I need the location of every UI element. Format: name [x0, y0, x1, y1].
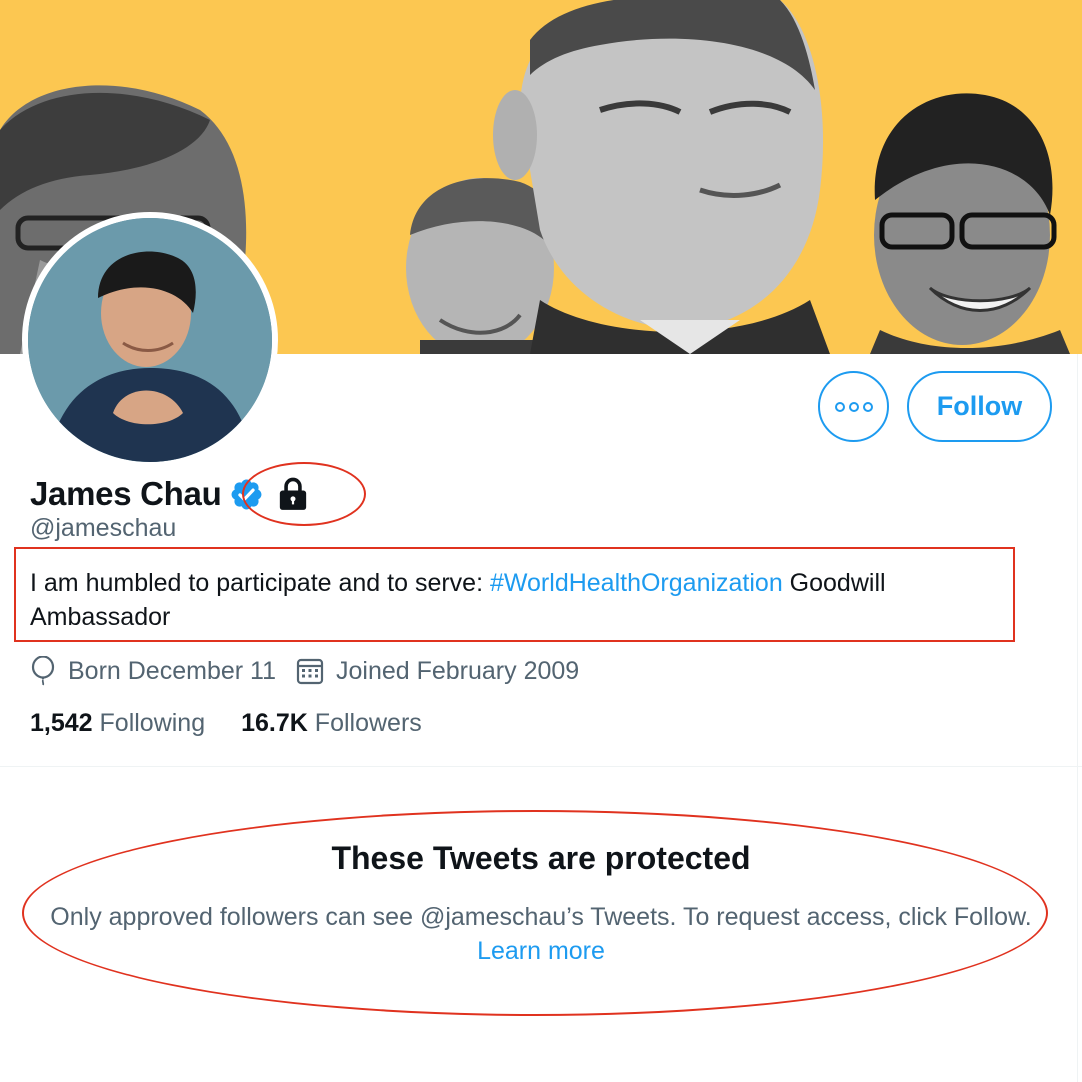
following-link[interactable]: 1,542 Following [30, 709, 205, 738]
birthday-item: Born December 11 [30, 656, 276, 686]
joined-item: Joined February 2009 [296, 657, 579, 686]
followers-label: Followers [314, 708, 422, 737]
profile-avatar[interactable] [22, 212, 278, 468]
lock-icon [280, 477, 307, 510]
verified-badge-icon [231, 479, 262, 509]
protected-text: Only approved followers can see @jamesch… [50, 903, 1032, 931]
balloon-icon [31, 656, 55, 686]
protected-title: These Tweets are protected [331, 840, 751, 876]
protected-message: Only approved followers can see @jamesch… [30, 900, 1052, 968]
followers-link[interactable]: 16.7K Followers [241, 709, 422, 738]
profile-meta: Born December 11 Joined February 2009 [30, 654, 599, 688]
follow-button[interactable]: Follow [907, 371, 1052, 442]
name-row: James Chau [30, 472, 310, 516]
profile-handle: @jameschau [30, 514, 177, 542]
joined-text: Joined February 2009 [335, 656, 580, 685]
banner-person-right [870, 93, 1070, 354]
bio-text-before: I am humbled to participate and to serve… [30, 569, 490, 597]
birthday-text: Born December 11 [68, 656, 276, 685]
more-options-button[interactable] [818, 371, 889, 442]
bio-hashtag-link[interactable]: #WorldHealthOrganization [490, 569, 783, 597]
follow-stats: 1,542 Following 16.7K Followers [30, 706, 458, 740]
display-name: James Chau [30, 475, 222, 512]
more-icon [834, 401, 873, 412]
following-label: Following [99, 708, 206, 737]
section-divider [0, 766, 1082, 767]
followers-count: 16.7K [241, 708, 308, 737]
profile-bio: I am humbled to participate and to serve… [30, 566, 1020, 634]
column-border [1077, 354, 1078, 1082]
learn-more-link[interactable]: Learn more [477, 937, 605, 965]
following-count: 1,542 [30, 708, 93, 737]
avatar-photo [28, 218, 272, 462]
calendar-icon [296, 658, 324, 685]
